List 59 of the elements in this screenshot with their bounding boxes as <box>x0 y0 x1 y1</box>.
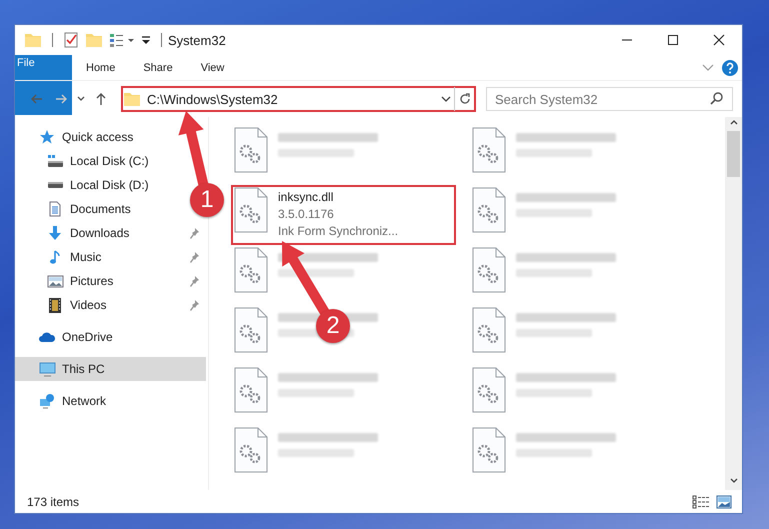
expand-ribbon-icon[interactable] <box>702 62 714 72</box>
help-icon[interactable] <box>722 60 738 76</box>
details-view-icon[interactable] <box>692 494 710 508</box>
pin-icon[interactable] <box>188 275 200 287</box>
sidebar-item[interactable]: Network <box>15 389 110 413</box>
view-options-icon[interactable] <box>109 31 135 49</box>
window-title: System32 <box>168 32 226 48</box>
file-gear-icon <box>233 427 269 473</box>
file-gear-icon <box>471 127 507 173</box>
sidebar-item[interactable]: OneDrive <box>15 325 117 349</box>
sidebar-item[interactable]: Videos <box>15 293 206 317</box>
file-detail: Ink Form Synchroniz... <box>278 224 398 238</box>
file-gear-icon <box>233 247 269 293</box>
sidebar-item[interactable]: Local Disk (D:) <box>15 173 153 197</box>
sidebar-item[interactable]: This PC <box>15 357 206 381</box>
file-gear-icon <box>471 367 507 413</box>
ribbon-tab[interactable]: Home <box>72 55 130 80</box>
scroll-thumb[interactable] <box>727 131 740 177</box>
drive-icon <box>47 181 64 189</box>
pin-icon[interactable] <box>188 299 200 311</box>
properties-icon[interactable] <box>63 31 79 49</box>
network-icon <box>39 393 56 409</box>
pin-icon[interactable] <box>188 227 200 239</box>
file-gear-icon <box>233 127 269 173</box>
star-icon <box>39 129 56 145</box>
film-icon <box>47 297 64 313</box>
refresh-icon <box>458 92 472 106</box>
file-gear-icon <box>471 307 507 353</box>
ribbon-tab[interactable]: Share <box>129 55 187 80</box>
file-item[interactable]: inksync.dll 3.5.0.1176 Ink Form Synchroniz... <box>231 185 456 245</box>
file-gear-icon <box>233 367 269 413</box>
sidebar-item[interactable]: Documents <box>15 197 135 221</box>
file-detail: 3.5.0.1176 <box>278 207 335 221</box>
sidebar-item[interactable]: Local Disk (C:) <box>15 149 153 173</box>
sidebar-item[interactable]: Music <box>15 245 206 269</box>
ribbon-tab[interactable]: View <box>186 55 238 80</box>
download-icon <box>47 225 64 241</box>
drive-icon <box>47 153 64 169</box>
item-count: 173 items <box>27 494 80 508</box>
file-name: inksync.dll <box>278 190 334 204</box>
sidebar-item[interactable]: Pictures <box>15 269 206 293</box>
address-bar[interactable]: C:\Windows\System32 <box>121 86 476 112</box>
large-icons-view-icon[interactable] <box>716 494 732 508</box>
file-gear-icon <box>471 247 507 293</box>
pin-icon[interactable] <box>188 251 200 263</box>
picture-icon <box>47 273 64 289</box>
maximize-icon <box>666 34 680 46</box>
close-icon <box>712 34 726 46</box>
search-field[interactable]: Search System32 <box>486 87 733 111</box>
file-gear-icon <box>233 307 269 353</box>
file-gear-icon <box>471 427 507 473</box>
monitor-icon <box>39 361 56 377</box>
folder-icon <box>123 90 141 108</box>
sidebar-item[interactable]: Quick access <box>15 125 138 149</box>
sidebar-item[interactable]: Downloads <box>15 221 206 245</box>
scrollbar[interactable] <box>725 117 742 490</box>
file-gear-icon <box>471 187 507 233</box>
search-icon[interactable] <box>709 91 725 107</box>
file-gear-icon <box>233 187 269 233</box>
